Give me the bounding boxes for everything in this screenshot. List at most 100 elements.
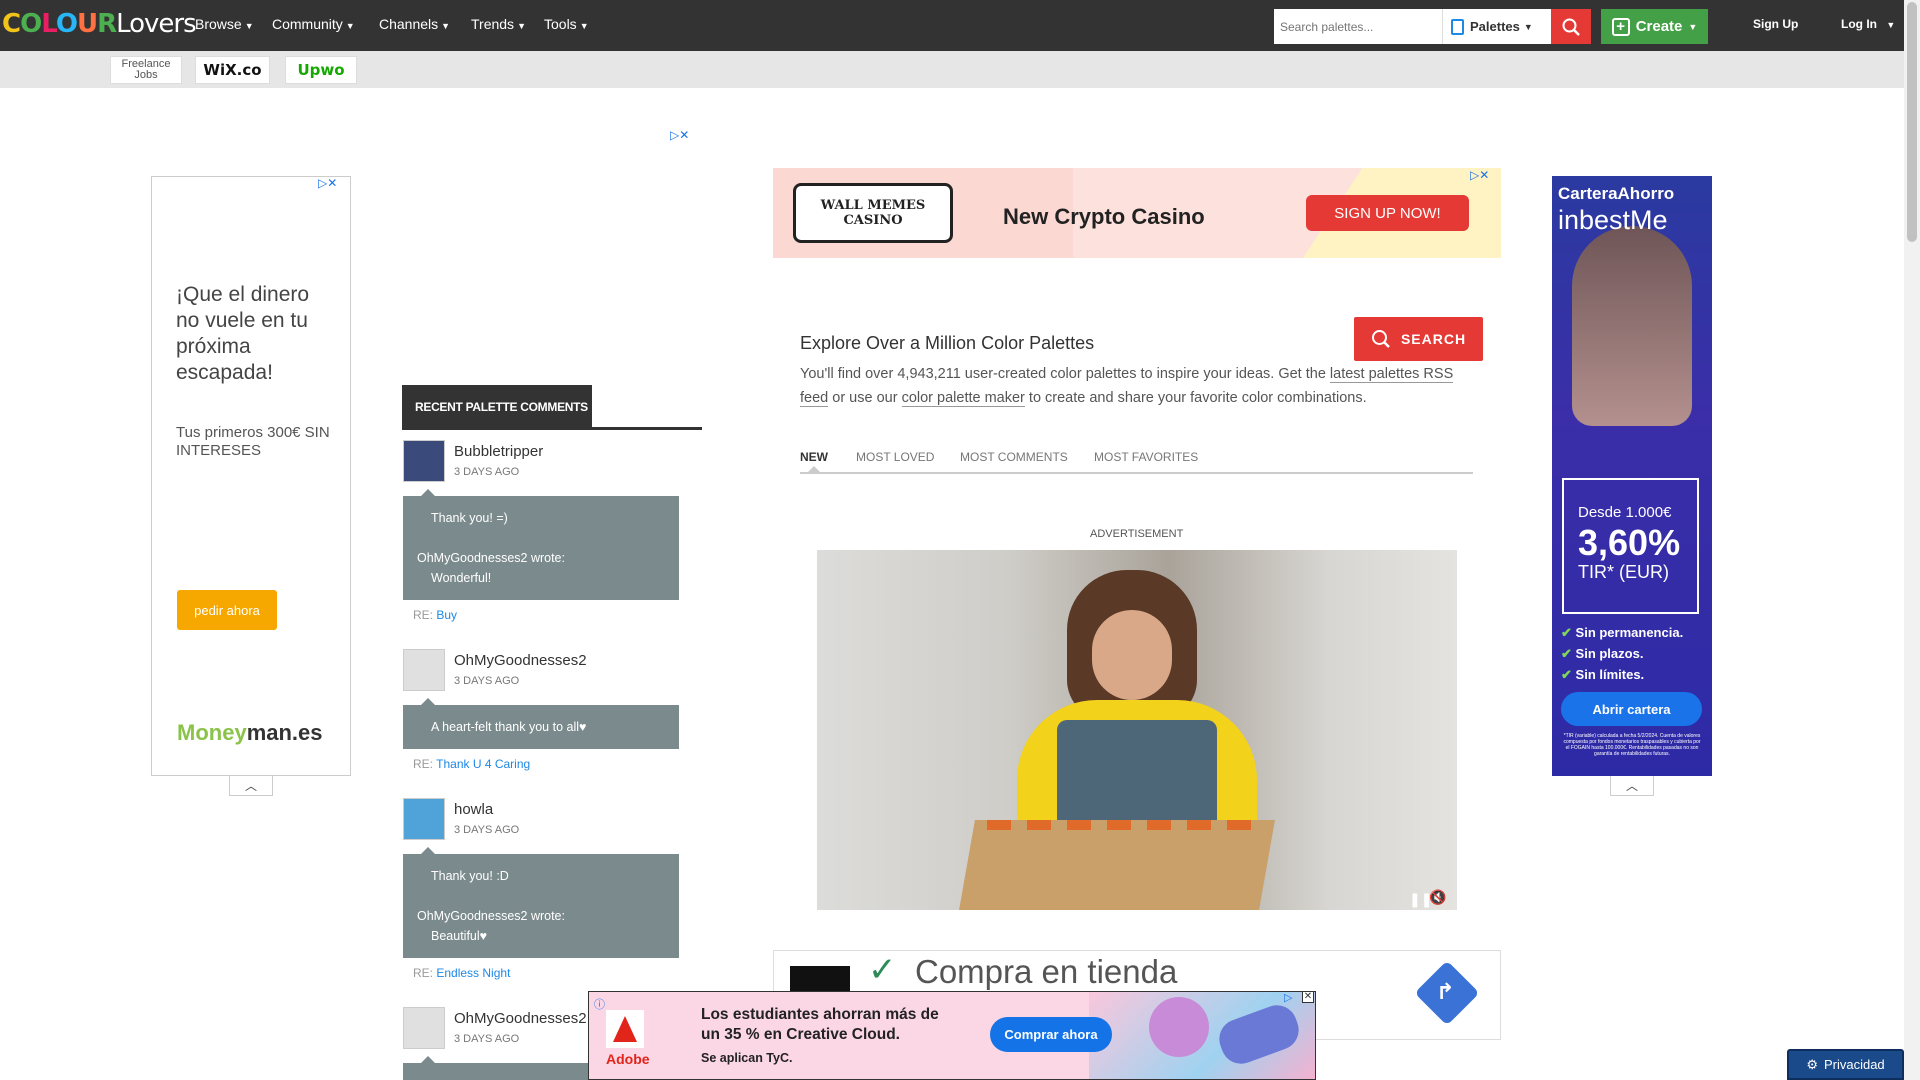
comment-time: 3 DAYS AGO	[454, 824, 520, 836]
comment-quote-author: OhMyGoodnesses2 wrote:	[417, 551, 565, 565]
tab-most-favorites[interactable]: MOST FAVORITES	[1094, 450, 1198, 464]
adchoices-icon[interactable]: ▷✕	[1470, 168, 1489, 182]
nav-trends[interactable]: Trends ▼	[471, 16, 526, 32]
comment-username[interactable]: OhMyGoodnesses2	[454, 652, 587, 669]
casino-signup-button[interactable]: SIGN UP NOW!	[1306, 195, 1469, 231]
casino-headline: New Crypto Casino	[1003, 204, 1205, 229]
left-ad-brand-b: man.es	[246, 720, 323, 745]
sponsor-wix[interactable]: WiX.co	[195, 56, 270, 84]
search-type-label: Palettes	[1470, 19, 1520, 34]
close-icon[interactable]: ✕	[1302, 991, 1314, 1003]
right-ad-brand-b: inbestMe	[1558, 205, 1668, 235]
site-logo[interactable]: COLOURLovers	[2, 9, 197, 39]
privacy-button[interactable]: ⚙ Privacidad	[1787, 1049, 1904, 1080]
info-icon[interactable]: ⓘ	[594, 996, 605, 1012]
search-button[interactable]	[1551, 9, 1591, 44]
chevron-down-icon: ▼	[244, 21, 254, 31]
comment-line: Thank you! :D	[431, 869, 509, 883]
desc-text: to create and share your favorite color …	[1024, 390, 1367, 406]
palette-maker-link[interactable]: color palette maker	[901, 390, 1025, 407]
check-icon: ✔	[1561, 646, 1572, 661]
sponsor-upwork[interactable]: Upwo	[285, 56, 357, 84]
comment-username[interactable]: Bubbletripper	[454, 443, 543, 460]
left-ad-brand-a: Money	[177, 720, 247, 745]
adobe-brand: Adobe	[606, 1051, 650, 1067]
search-input[interactable]	[1274, 9, 1442, 44]
chevron-down-icon: ▼	[1523, 21, 1533, 32]
tab-most-comments[interactable]: MOST COMMENTS	[960, 450, 1068, 464]
video-ad[interactable]: ❚❚ 🔇	[817, 550, 1457, 910]
tabs-divider	[800, 472, 1473, 474]
left-skyscraper-ad[interactable]	[151, 176, 351, 776]
comment-quote: Beautiful♥	[431, 929, 488, 943]
left-ad-button[interactable]: pedir ahora	[177, 590, 277, 630]
nav-browse[interactable]: Browse ▼	[195, 16, 254, 32]
comment-time: 3 DAYS AGO	[454, 466, 520, 478]
avatar[interactable]	[403, 1007, 445, 1049]
chevron-down-icon: ▼	[579, 21, 589, 31]
adchoices-icon[interactable]: ▷✕	[670, 128, 689, 142]
checkmark-icon: ✓	[868, 950, 897, 990]
scrollbar-thumb[interactable]	[1907, 2, 1917, 242]
arrow-right-icon: ↱	[1436, 980, 1455, 1005]
top-banner-ad[interactable]: WALL MEMES CASINO New Crypto Casino SIGN…	[773, 168, 1501, 258]
avatar[interactable]	[403, 649, 445, 691]
nav-trends-label: Trends	[471, 16, 515, 32]
comment-time: 3 DAYS AGO	[454, 675, 520, 687]
chevron-down-icon: ▼	[1688, 21, 1698, 32]
search-icon	[1562, 18, 1580, 36]
log-in-link[interactable]: Log In ▼	[1841, 17, 1895, 31]
nav-community[interactable]: Community ▼	[272, 16, 355, 32]
comment-username[interactable]: OhMyGoodnesses2	[454, 1010, 587, 1027]
comment-username[interactable]: howla	[454, 801, 493, 818]
right-ad-button[interactable]: Abrir cartera	[1561, 692, 1702, 726]
right-skyscraper-ad[interactable]	[1552, 176, 1712, 776]
comments-divider	[402, 427, 702, 430]
chevron-down-icon: ▼	[345, 21, 355, 31]
adchoices-icon[interactable]: ▷	[1284, 991, 1292, 1004]
palette-link[interactable]: Thank U 4 Caring	[436, 757, 530, 771]
collapse-ad-button[interactable]: ︿	[229, 776, 273, 796]
sign-up-link[interactable]: Sign Up	[1753, 17, 1798, 31]
comment-quote-author: OhMyGoodnesses2 wrote:	[417, 909, 565, 923]
active-tab-indicator	[808, 466, 820, 472]
left-ad-subline: Tus primeros 300€ SIN INTERESES	[176, 424, 330, 459]
check-icon: ✔	[1561, 667, 1572, 682]
sponsor-wix-label: WiX.co	[203, 61, 262, 79]
sponsor-freelance-jobs[interactable]: Freelance Jobs	[110, 56, 182, 84]
nav-tools[interactable]: Tools ▼	[544, 16, 589, 32]
palette-link[interactable]: Buy	[436, 608, 457, 622]
plus-icon: +	[1611, 17, 1630, 36]
tab-most-loved[interactable]: MOST LOVED	[856, 450, 934, 464]
palette-link[interactable]: Endless Night	[436, 966, 510, 980]
nav-channels[interactable]: Channels ▼	[379, 16, 450, 32]
create-button[interactable]: + Create ▼	[1601, 9, 1708, 44]
nav-browse-label: Browse	[195, 16, 242, 32]
bullet-text: Sin plazos.	[1575, 646, 1644, 661]
mute-icon[interactable]: 🔇	[1429, 890, 1446, 906]
logo-lovers: Lovers	[116, 9, 197, 39]
desc-text: or use our	[828, 390, 902, 406]
nav-channels-label: Channels	[379, 16, 439, 32]
avatar[interactable]	[403, 440, 445, 482]
adchoices-icon[interactable]: ▷✕	[318, 176, 337, 190]
comment-re: RE: Endless Night	[413, 966, 510, 980]
shop-ad-text: Compra en tienda	[915, 953, 1178, 990]
search-type-select[interactable]: Palettes ▼	[1442, 9, 1551, 44]
chevron-down-icon: ▼	[441, 21, 451, 31]
explore-search-button[interactable]: SEARCH	[1354, 317, 1483, 361]
avatar[interactable]	[403, 798, 445, 840]
bullet: ✔ Sin plazos.	[1561, 643, 1683, 664]
casino-logo: WALL MEMES CASINO	[793, 183, 953, 243]
left-ad-headline: ¡Que el dinero no vuele en tu próxima es…	[176, 283, 310, 384]
nav-community-label: Community	[272, 16, 343, 32]
bullet: ✔ Sin permanencia.	[1561, 622, 1683, 643]
tab-new[interactable]: NEW	[800, 450, 828, 464]
explore-title: Explore Over a Million Color Palettes	[800, 333, 1095, 353]
comment-bubble: A heart-felt thank you to all♥	[403, 698, 679, 749]
bottom-ad-button[interactable]: Comprar ahora	[990, 1017, 1112, 1052]
bullet-text: Sin permanencia.	[1575, 625, 1684, 640]
re-prefix: RE:	[413, 966, 434, 980]
recent-comments-header: RECENT PALETTE COMMENTS	[402, 385, 592, 428]
collapse-ad-button[interactable]: ︿	[1610, 776, 1654, 796]
